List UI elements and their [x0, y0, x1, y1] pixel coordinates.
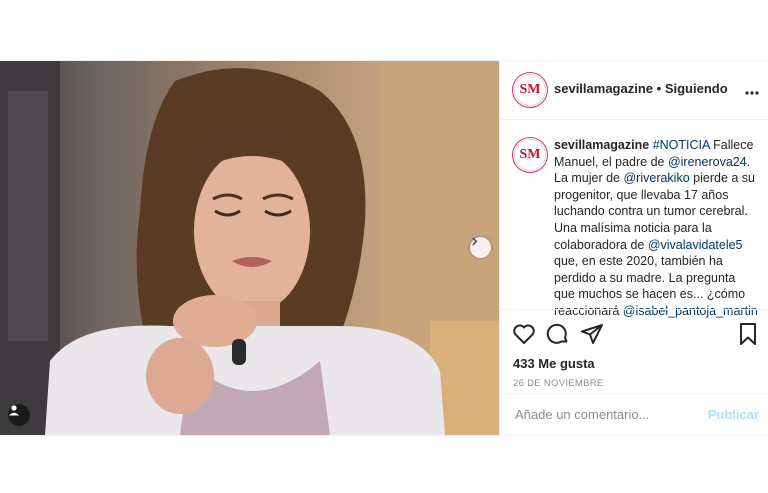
- mention-link[interactable]: @irenerova24: [668, 155, 747, 169]
- next-image-button[interactable]: [470, 237, 491, 258]
- post-caption: sevillamagazine #NOTICIA Fallece Manuel,…: [554, 137, 759, 320]
- mention-link[interactable]: @vivalavidatele5: [648, 238, 743, 252]
- story-ring: [512, 72, 548, 108]
- publish-button[interactable]: Publicar: [708, 407, 759, 422]
- share-icon[interactable]: [580, 322, 604, 346]
- avatar[interactable]: SM: [512, 72, 548, 108]
- chevron-right-icon: [472, 237, 478, 246]
- more-options-button[interactable]: [745, 79, 759, 100]
- post-header: SM sevillamagazine • Siguiendo: [500, 61, 768, 120]
- tagged-users-button[interactable]: [8, 404, 30, 426]
- header-user-line: sevillamagazine • Siguiendo: [554, 81, 728, 96]
- bookmark-icon[interactable]: [736, 322, 760, 346]
- post-sidebar: SM sevillamagazine • Siguiendo SM sevill…: [499, 61, 768, 435]
- user-icon: [9, 405, 19, 416]
- caption-avatar[interactable]: SM: [512, 137, 548, 173]
- comment-icon[interactable]: [546, 322, 570, 346]
- comment-input[interactable]: [513, 406, 707, 423]
- follow-status-button[interactable]: Siguiendo: [665, 81, 728, 96]
- more-horizontal-icon: [745, 91, 759, 95]
- caption-username[interactable]: sevillamagazine: [554, 138, 649, 152]
- heart-icon[interactable]: [512, 322, 536, 346]
- mention-link[interactable]: @riverakiko: [623, 171, 689, 185]
- photo-illustration: [0, 61, 499, 435]
- post-date[interactable]: 26 DE NOVIEMBRE: [513, 378, 604, 389]
- hashtag-link[interactable]: #NOTICIA: [653, 138, 710, 152]
- post-photo[interactable]: [0, 61, 499, 435]
- story-ring: [512, 137, 548, 173]
- instagram-post: SM sevillamagazine • Siguiendo SM sevill…: [0, 60, 768, 436]
- comment-box: Publicar: [500, 393, 768, 437]
- separator-dot: •: [656, 81, 662, 96]
- likes-count[interactable]: 433 Me gusta: [513, 356, 595, 371]
- header-username[interactable]: sevillamagazine: [554, 81, 653, 96]
- post-actions: 433 Me gusta 26 DE NOVIEMBRE Publicar: [500, 309, 768, 430]
